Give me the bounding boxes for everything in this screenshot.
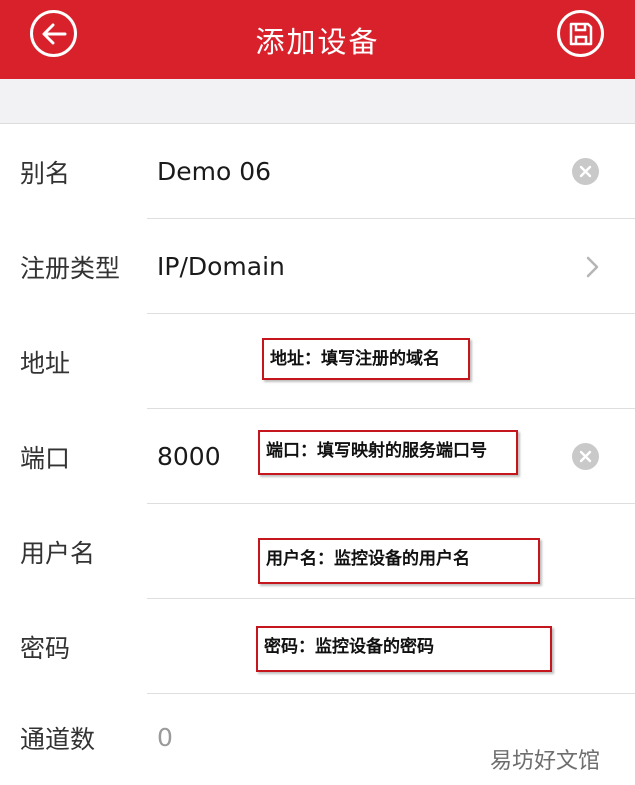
back-button[interactable] [30, 10, 77, 57]
save-icon [569, 22, 592, 45]
section-spacer [0, 79, 635, 124]
back-arrow-icon [42, 23, 66, 44]
username-label: 用户名 [20, 538, 96, 568]
register-type-label: 注册类型 [20, 253, 121, 283]
form-row-register-type[interactable]: 注册类型 IP/Domain [0, 219, 635, 314]
alias-input[interactable]: Demo 06 [157, 124, 271, 219]
port-input[interactable]: 8000 [157, 409, 221, 504]
clear-x-icon [579, 165, 592, 178]
alias-label: 别名 [20, 158, 71, 188]
form-row-alias: 别名 Demo 06 [0, 124, 635, 219]
username-annotation: 用户名：监控设备的用户名 [258, 538, 540, 584]
register-type-value[interactable]: IP/Domain [157, 219, 285, 314]
port-clear-button[interactable] [572, 443, 599, 470]
alias-clear-button[interactable] [572, 158, 599, 185]
chevron-right-icon [586, 256, 599, 278]
channel-count-input[interactable]: 0 [157, 690, 173, 785]
save-button[interactable] [557, 10, 604, 57]
address-label: 地址 [20, 348, 71, 378]
top-bar: 添加设备 [0, 0, 635, 79]
password-label: 密码 [20, 633, 71, 663]
port-annotation: 端口：填写映射的服务端口号 [258, 430, 518, 475]
port-label: 端口 [20, 443, 71, 473]
page-title: 添加设备 [255, 24, 380, 59]
channel-count-label: 通道数 [20, 724, 96, 754]
address-annotation: 地址：填写注册的域名 [262, 338, 470, 380]
password-annotation: 密码：监控设备的密码 [256, 626, 552, 672]
clear-x-icon [579, 450, 592, 463]
watermark: 易坊好文馆 [489, 749, 600, 774]
